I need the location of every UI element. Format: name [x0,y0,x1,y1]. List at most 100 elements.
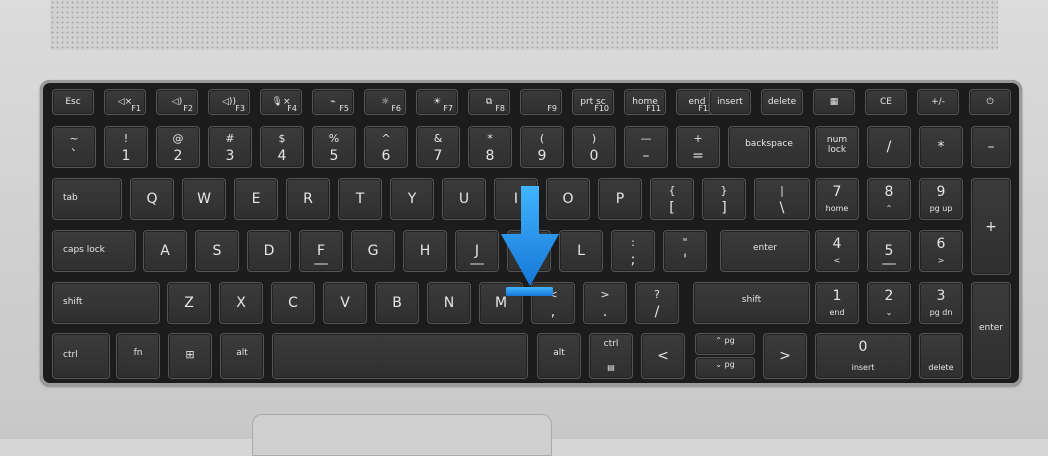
key-1[interactable]: ! 1 [104,126,148,168]
key-lbracket[interactable]: {[ [650,178,694,220]
key-j[interactable]: J [455,230,499,272]
key-space[interactable] [272,333,528,379]
key-up[interactable]: ⌃ pg [695,333,755,355]
key-rshift[interactable]: shift [693,282,810,324]
key-tilde[interactable]: ~ ` [52,126,96,168]
key-m[interactable]: M [479,282,523,324]
key-backslash[interactable]: | \ [754,178,810,220]
key-period[interactable]: >. [583,282,627,324]
key-f6[interactable]: ☼ F6 [364,89,406,115]
key-f[interactable]: F [299,230,343,272]
key-comma[interactable]: <, [531,282,575,324]
key-esc[interactable]: Esc [52,89,94,115]
key-c[interactable]: C [271,282,315,324]
key-insert[interactable]: insert [709,89,751,115]
key-s[interactable]: S [195,230,239,272]
key-np-enter[interactable]: enter [971,282,1011,379]
key-y[interactable]: Y [390,178,434,220]
key-equals[interactable]: + = [676,126,720,168]
key-h[interactable]: H [403,230,447,272]
key-f7[interactable]: ☀ F7 [416,89,458,115]
key-rctrl[interactable]: ctrl ▤ [589,333,633,379]
key-o[interactable]: O [546,178,590,220]
key-quote[interactable]: " ' [663,230,707,272]
key-np-star[interactable]: * [919,126,963,168]
key-np-0[interactable]: 0 insert [815,333,911,379]
key-rbracket[interactable]: }] [702,178,746,220]
key-f4[interactable]: 🎙× F4 [260,89,302,115]
key-n[interactable]: N [427,282,471,324]
key-np-minus[interactable]: – [971,126,1011,168]
key-semicolon[interactable]: :; [611,230,655,272]
key-e[interactable]: E [234,178,278,220]
key-calculator[interactable]: ▦ [813,89,855,115]
key-4[interactable]: $4 [260,126,304,168]
key-a[interactable]: A [143,230,187,272]
key-np-7[interactable]: 7 home [815,178,859,220]
key-np-8[interactable]: 8 ⌃ [867,178,911,220]
key-capslock[interactable]: caps lock [52,230,136,272]
key-k[interactable]: K [507,230,551,272]
key-enter[interactable]: enter [720,230,810,272]
key-np-1[interactable]: 1 end [815,282,859,324]
key-b[interactable]: B [375,282,419,324]
key-5[interactable]: % 5 [312,126,356,168]
key-slash[interactable]: ? / [635,282,679,324]
key-w[interactable]: W [182,178,226,220]
key-z[interactable]: Z [167,282,211,324]
key-i[interactable]: I [494,178,538,220]
key-f9[interactable]: F9 [520,89,562,115]
key-l[interactable]: L [559,230,603,272]
key-6[interactable]: ^ 6 [364,126,408,168]
key-q[interactable]: Q [130,178,174,220]
key-2[interactable]: @2 [156,126,200,168]
key-9[interactable]: (9 [520,126,564,168]
key-left[interactable]: < [641,333,685,379]
key-np-4[interactable]: 4 < [815,230,859,272]
key-plusminus[interactable]: +∕- [917,89,959,115]
key-r[interactable]: R [286,178,330,220]
key-np-3[interactable]: 3 pg dn [919,282,963,324]
key-alt[interactable]: alt [220,333,264,379]
key-backspace[interactable]: backspace [728,126,810,168]
key-7[interactable]: & 7 [416,126,460,168]
key-v[interactable]: V [323,282,367,324]
key-lshift[interactable]: shift [52,282,160,324]
key-f11[interactable]: home F11 [624,89,666,115]
key-np-plus[interactable]: + [971,178,1011,275]
key-power[interactable]: ⏻ [969,89,1011,115]
key-lctrl[interactable]: ctrl [52,333,110,379]
key-d[interactable]: D [247,230,291,272]
key-fn[interactable]: fn [116,333,160,379]
key-np-6[interactable]: 6 > [919,230,963,272]
key-minus[interactable]: — – [624,126,668,168]
key-np-slash[interactable]: / [867,126,911,168]
key-tab[interactable]: tab [52,178,122,220]
key-u[interactable]: U [442,178,486,220]
key-8[interactable]: * 8 [468,126,512,168]
key-np-2[interactable]: 2 ⌄ [867,282,911,324]
key-win[interactable]: ⊞ [168,333,212,379]
key-np-del[interactable]: delete [919,333,963,379]
key-np-9[interactable]: 9 pg up [919,178,963,220]
key-down[interactable]: ⌄ pg [695,357,755,379]
key-t[interactable]: T [338,178,382,220]
key-ralt[interactable]: alt [537,333,581,379]
key-g[interactable]: G [351,230,395,272]
key-f10[interactable]: prt sc F10 [572,89,614,115]
key-right[interactable]: > [763,333,807,379]
key-delete-top[interactable]: delete [761,89,803,115]
key-f5[interactable]: ⌁ F5 [312,89,354,115]
key-ce[interactable]: CE [865,89,907,115]
key-p[interactable]: P [598,178,642,220]
key-f3[interactable]: ◁)) F3 [208,89,250,115]
key-x[interactable]: X [219,282,263,324]
key-np-5[interactable]: 5 [867,230,911,272]
touchpad[interactable] [252,414,552,456]
key-0[interactable]: ) 0 [572,126,616,168]
key-f2[interactable]: ◁) F2 [156,89,198,115]
key-f1[interactable]: ◁× F1 [104,89,146,115]
key-f8[interactable]: ⧉ F8 [468,89,510,115]
key-3[interactable]: #3 [208,126,252,168]
key-numlock[interactable]: num lock [815,126,859,168]
